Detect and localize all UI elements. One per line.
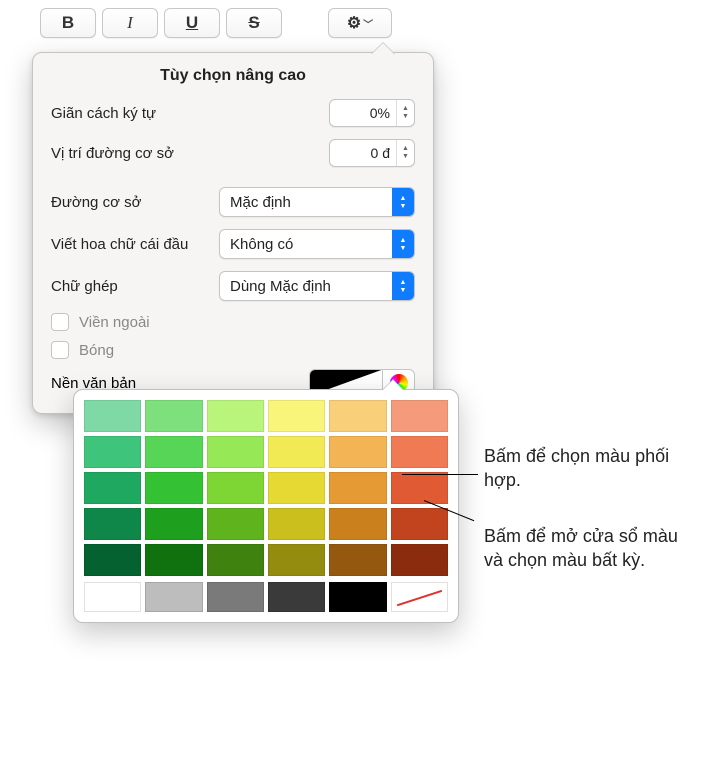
baseline-shift-stepper[interactable]: 0 đ ▲▼ — [329, 139, 415, 167]
leader-line — [402, 474, 478, 475]
color-swatch[interactable] — [268, 436, 325, 468]
panel-title: Tùy chọn nâng cao — [51, 67, 415, 85]
callout-swatch: Bấm để chọn màu phối hợp. — [484, 444, 684, 493]
color-swatch[interactable] — [145, 400, 202, 432]
gear-icon: ⚙ — [347, 13, 361, 33]
color-swatch[interactable] — [207, 508, 264, 540]
color-swatch[interactable] — [391, 400, 448, 432]
color-swatch[interactable] — [84, 508, 141, 540]
color-swatch[interactable] — [268, 582, 325, 612]
color-swatch[interactable] — [207, 436, 264, 468]
chevron-down-icon: ﹀ — [363, 16, 373, 31]
color-swatch[interactable] — [329, 472, 386, 504]
baseline-label: Đường cơ sở — [51, 194, 141, 211]
color-swatch[interactable] — [329, 544, 386, 576]
color-swatch[interactable] — [329, 582, 386, 612]
outline-checkbox[interactable] — [51, 313, 69, 331]
capitalization-label: Viết hoa chữ cái đầu — [51, 236, 188, 253]
color-swatch[interactable] — [207, 582, 264, 612]
char-spacing-stepper[interactable]: 0% ▲▼ — [329, 99, 415, 127]
callout-wheel: Bấm để mở cửa sổ màu và chọn màu bất kỳ. — [484, 524, 684, 573]
shadow-checkbox[interactable] — [51, 341, 69, 359]
baseline-shift-label: Vị trí đường cơ sở — [51, 145, 174, 162]
char-spacing-label: Giãn cách ký tự — [51, 105, 156, 122]
underline-button[interactable]: U — [164, 8, 220, 38]
color-swatch[interactable] — [145, 508, 202, 540]
no-color-swatch[interactable] — [391, 582, 448, 612]
color-swatch[interactable] — [268, 508, 325, 540]
format-toolbar: B I U S ⚙ ﹀ — [0, 0, 702, 46]
color-swatch[interactable] — [207, 400, 264, 432]
char-spacing-value: 0% — [330, 105, 396, 121]
stepper-arrows-icon[interactable]: ▲▼ — [396, 140, 414, 166]
color-swatch[interactable] — [84, 544, 141, 576]
preset-color-grid — [84, 400, 448, 576]
ligatures-label: Chữ ghép — [51, 278, 118, 295]
color-swatch[interactable] — [84, 472, 141, 504]
color-swatch[interactable] — [84, 400, 141, 432]
select-arrows-icon: ▲▼ — [392, 230, 414, 258]
color-swatch[interactable] — [391, 508, 448, 540]
italic-button[interactable]: I — [102, 8, 158, 38]
bold-button[interactable]: B — [40, 8, 96, 38]
color-swatch[interactable] — [145, 544, 202, 576]
color-swatch[interactable] — [391, 436, 448, 468]
ligatures-select[interactable]: Dùng Mặc định ▲▼ — [219, 271, 415, 301]
color-swatch[interactable] — [207, 472, 264, 504]
grayscale-row — [84, 582, 448, 612]
color-swatch-popover — [73, 389, 459, 623]
baseline-shift-value: 0 đ — [330, 145, 396, 161]
color-swatch[interactable] — [391, 544, 448, 576]
color-swatch[interactable] — [329, 436, 386, 468]
advanced-options-button[interactable]: ⚙ ﹀ — [328, 8, 392, 38]
color-swatch[interactable] — [145, 582, 202, 612]
baseline-select[interactable]: Mặc định ▲▼ — [219, 187, 415, 217]
color-swatch[interactable] — [145, 436, 202, 468]
color-swatch[interactable] — [268, 544, 325, 576]
capitalization-select[interactable]: Không có ▲▼ — [219, 229, 415, 259]
color-swatch[interactable] — [207, 544, 264, 576]
color-swatch[interactable] — [329, 508, 386, 540]
select-arrows-icon: ▲▼ — [392, 272, 414, 300]
shadow-label: Bóng — [79, 342, 114, 359]
strikethrough-button[interactable]: S — [226, 8, 282, 38]
outline-label: Viền ngoài — [79, 314, 150, 331]
color-swatch[interactable] — [145, 472, 202, 504]
select-arrows-icon: ▲▼ — [392, 188, 414, 216]
color-swatch[interactable] — [329, 400, 386, 432]
color-swatch[interactable] — [268, 400, 325, 432]
advanced-options-popover: Tùy chọn nâng cao Giãn cách ký tự 0% ▲▼ … — [32, 52, 434, 414]
color-swatch[interactable] — [84, 582, 141, 612]
stepper-arrows-icon[interactable]: ▲▼ — [396, 100, 414, 126]
color-swatch[interactable] — [84, 436, 141, 468]
color-swatch[interactable] — [391, 472, 448, 504]
color-swatch[interactable] — [268, 472, 325, 504]
